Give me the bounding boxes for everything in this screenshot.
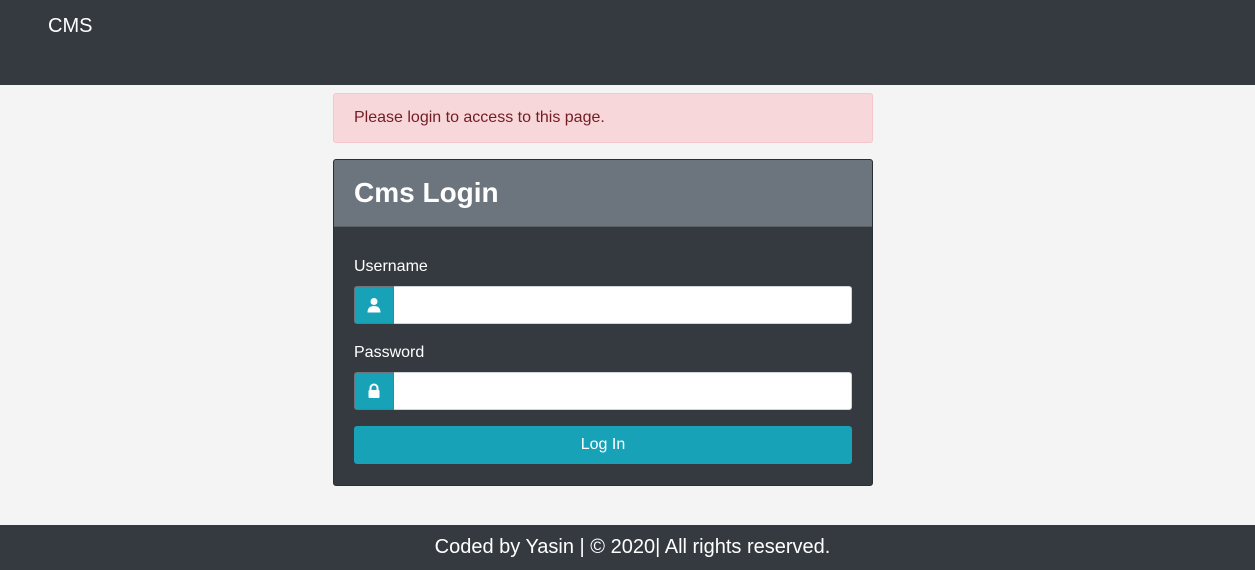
user-icon bbox=[354, 286, 394, 324]
page-footer: Coded by Yasin | © 2020| All rights rese… bbox=[0, 525, 1255, 570]
username-label: Username bbox=[354, 258, 428, 275]
login-title: Cms Login bbox=[354, 177, 499, 208]
login-card-header: Cms Login bbox=[334, 160, 872, 227]
footer-text: Coded by Yasin | © 2020| All rights rese… bbox=[434, 536, 831, 558]
login-required-alert: Please login to access to this page. bbox=[333, 93, 873, 143]
password-input-group bbox=[354, 372, 852, 410]
username-input[interactable] bbox=[394, 286, 852, 324]
brand-link[interactable]: CMS bbox=[48, 14, 92, 38]
password-label: Password bbox=[354, 344, 425, 361]
login-card: Cms Login Username Password Log In bbox=[333, 159, 873, 486]
lock-icon bbox=[354, 372, 394, 410]
password-input[interactable] bbox=[394, 372, 852, 410]
top-navbar: CMS bbox=[0, 0, 1255, 85]
username-input-group bbox=[354, 286, 852, 324]
login-button[interactable]: Log In bbox=[354, 426, 852, 464]
alert-message: Please login to access to this page. bbox=[354, 109, 605, 126]
lock-icon-glyph bbox=[368, 383, 380, 398]
user-icon-glyph bbox=[367, 298, 381, 313]
